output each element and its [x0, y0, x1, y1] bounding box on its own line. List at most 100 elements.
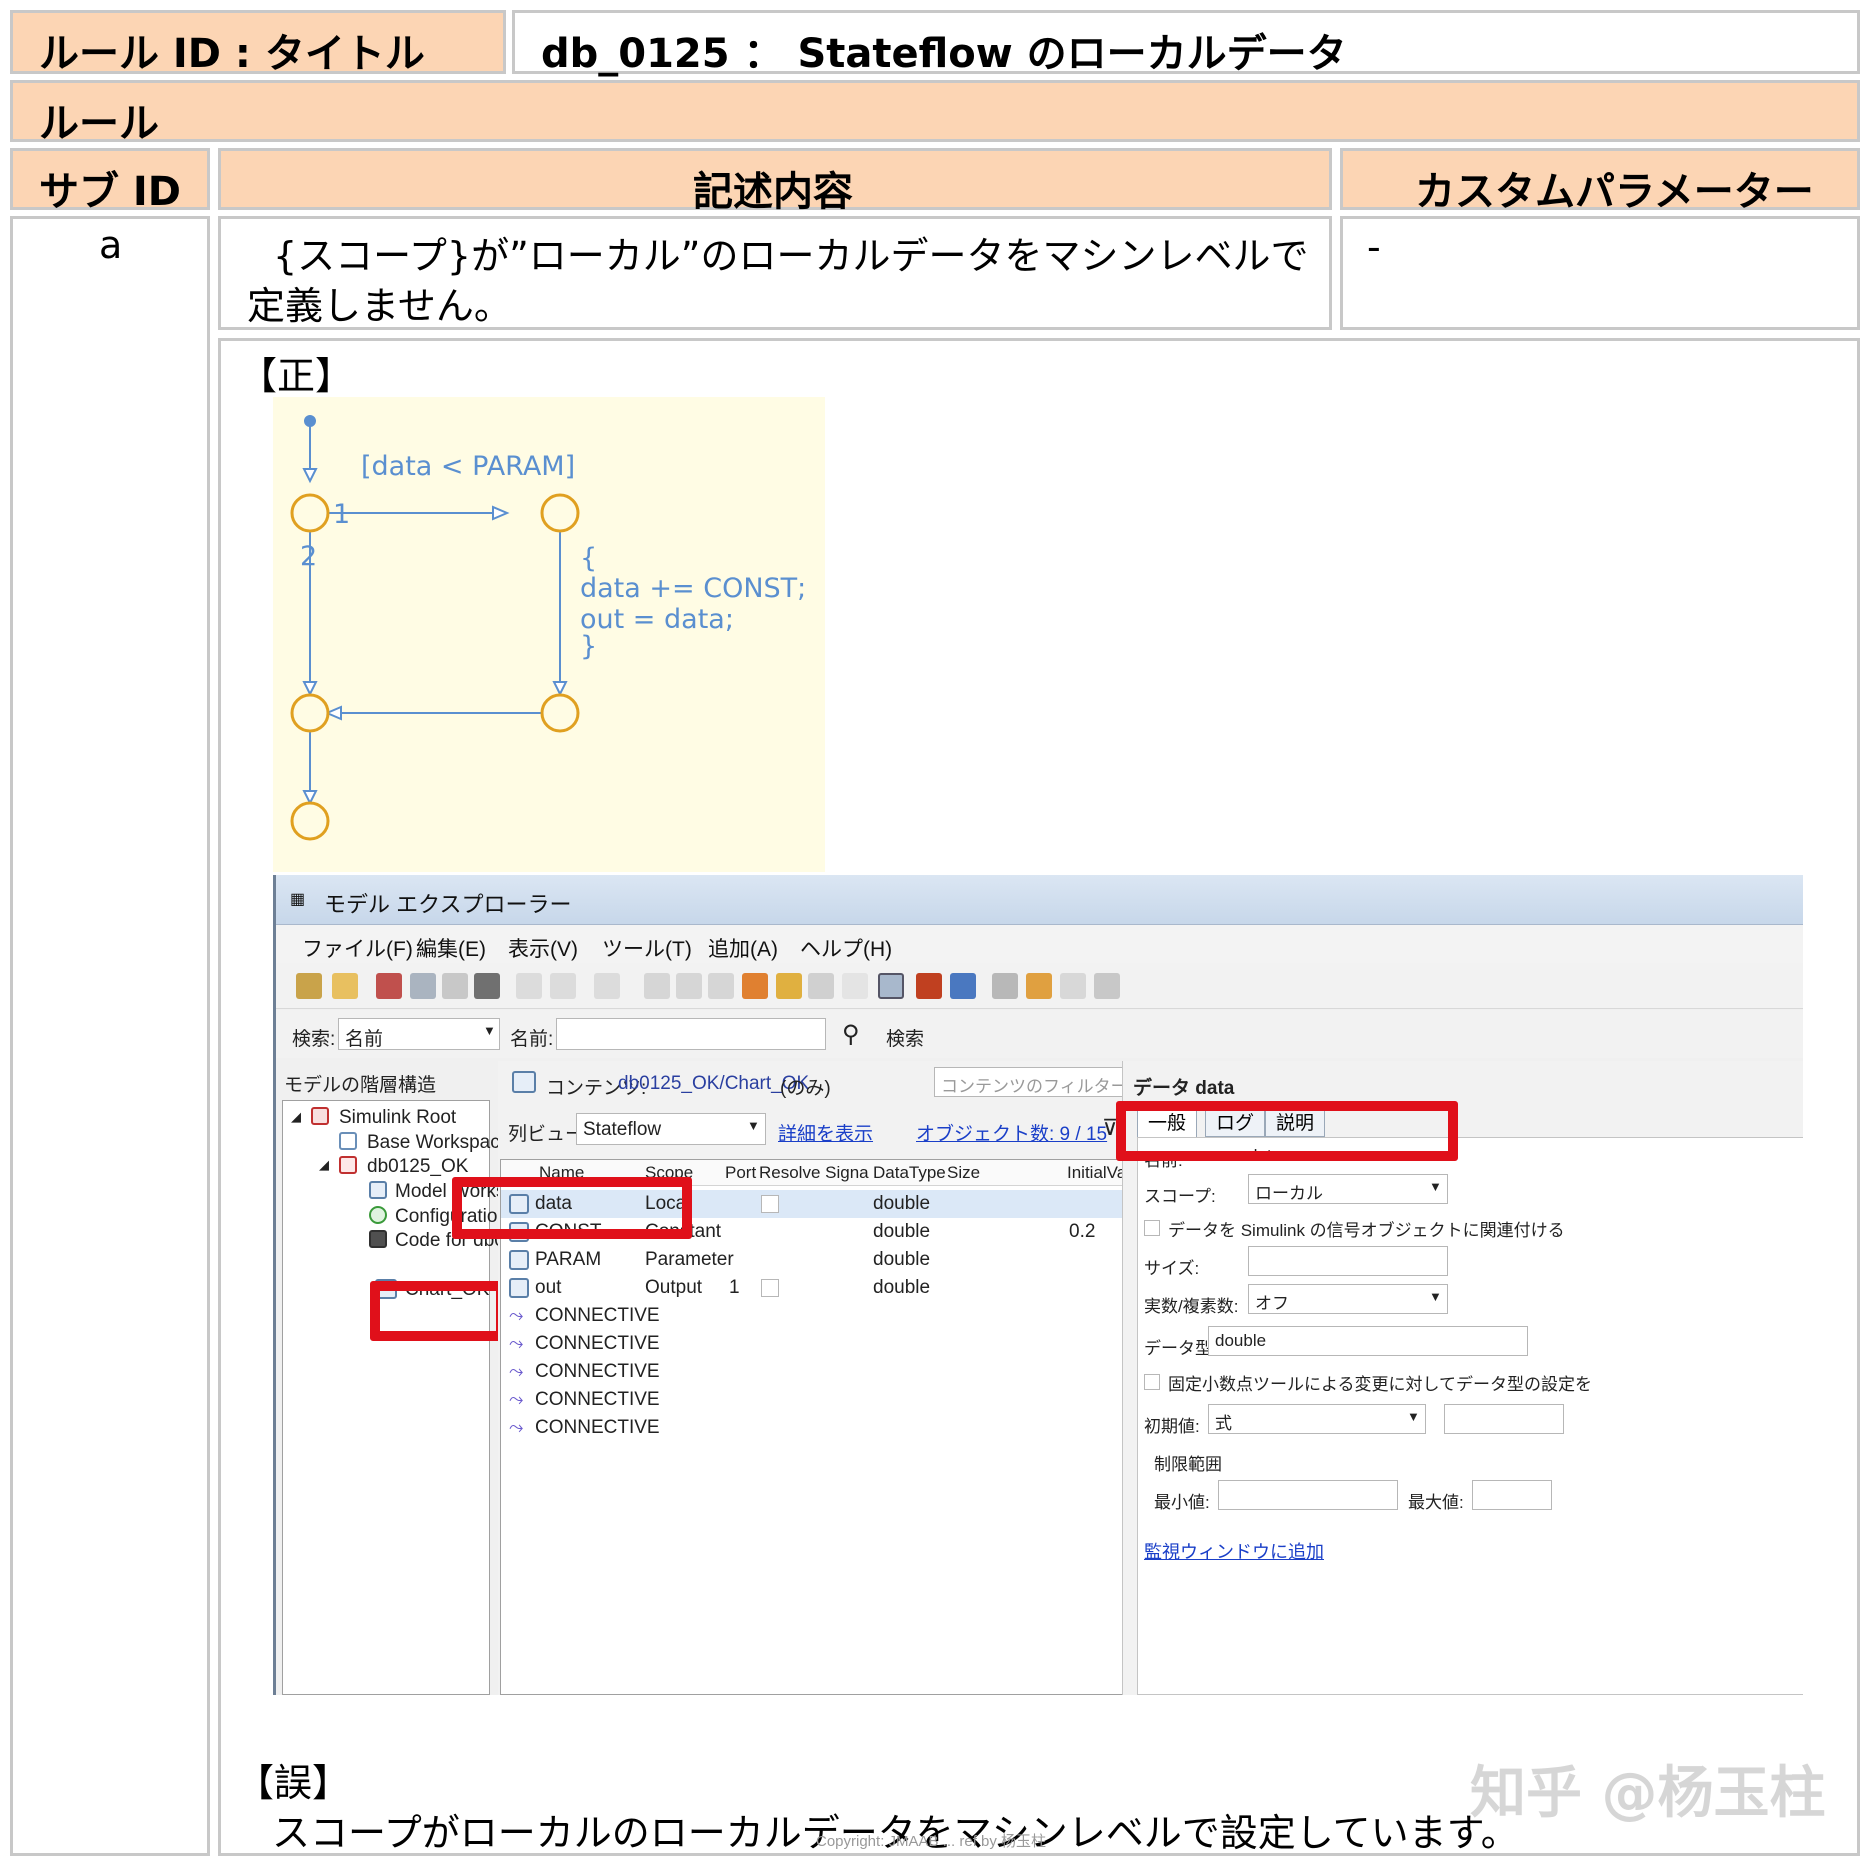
row-scope: Parameter [645, 1249, 734, 1270]
menu-file[interactable]: ファイル(F) [302, 933, 413, 963]
prop-bind-label: データを Simulink の信号オブジェクトに関連付ける [1168, 1221, 1565, 1240]
event-icon[interactable] [808, 973, 834, 999]
chart-highlight [370, 1281, 506, 1341]
menu-help[interactable]: ヘルプ(H) [800, 933, 892, 963]
column-view-select[interactable]: Stateflow ▼ [576, 1113, 766, 1145]
row-resolve-checkbox[interactable] [761, 1195, 779, 1213]
import-icon[interactable] [1060, 973, 1086, 999]
prop-max-label: 最大値: [1408, 1493, 1464, 1512]
compare-icon[interactable] [1094, 973, 1120, 999]
row-name: PARAM [535, 1249, 602, 1270]
zoom-icon[interactable] [644, 973, 670, 999]
object-count-link[interactable]: オブジェクト数: 9 / 15 [916, 1119, 1107, 1146]
copy-icon[interactable] [410, 973, 436, 999]
prop-complex-select[interactable]: オフ ▼ [1248, 1284, 1448, 1314]
rule-title: db_0125 ： Stateflow のローカルデータ [541, 31, 1347, 77]
menu-view[interactable]: 表示(V) [508, 933, 578, 963]
search-bar: 検索: 名前 ▼ 名前: ⚲ 検索 [276, 1010, 1803, 1058]
fit-icon[interactable] [676, 973, 702, 999]
chevron-down-icon: ▼ [1407, 1409, 1420, 1424]
connective-label: CONNECTIVE [535, 1417, 660, 1438]
layout-icon[interactable] [550, 973, 576, 999]
row-type: double [873, 1249, 931, 1270]
bind-signal-checkbox[interactable] [1144, 1220, 1160, 1236]
column-view-icon[interactable] [878, 973, 904, 999]
tree-expand-icon[interactable]: ◢ [291, 1109, 301, 1125]
prop-min-input[interactable] [1218, 1480, 1398, 1510]
properties-icon[interactable] [992, 973, 1018, 999]
connective-label: CONNECTIVE [535, 1389, 660, 1410]
new-model-icon[interactable] [296, 973, 322, 999]
list-item[interactable]: ⤳ CONNECTIVE [501, 1414, 1139, 1442]
tree-simulink-root[interactable]: Simulink Root [339, 1107, 456, 1129]
row-type: double [873, 1277, 931, 1298]
sub-id-header-label: サブ ID [39, 169, 182, 215]
paste-icon[interactable] [442, 973, 468, 999]
search-input[interactable] [556, 1018, 826, 1050]
arrowhead-icon [302, 681, 318, 697]
list-item[interactable]: ⤳ CONNECTIVE [501, 1386, 1139, 1414]
description-line-1: {スコープ}が”ローカル”のローカルデータをマシンレベルで [273, 234, 1309, 278]
prop-fixed-label: 固定小数点ツールによる変更に対してデータ型の設定を [1168, 1375, 1592, 1394]
chevron-down-icon: ▼ [1429, 1289, 1442, 1304]
wrong-label: 【誤】 [236, 1761, 351, 1805]
arrowhead-icon [302, 468, 318, 484]
row-resolve-checkbox[interactable] [761, 1279, 779, 1297]
junction-1 [290, 493, 330, 533]
contents-filter-input[interactable]: コンテンツのフィルター [934, 1067, 1134, 1097]
table-row[interactable]: out Output 1 double [501, 1274, 1139, 1302]
menu-edit[interactable]: 編集(E) [416, 933, 486, 963]
transition-order-2: 2 [300, 541, 317, 572]
open-folder-icon[interactable] [332, 973, 358, 999]
junction-2 [540, 493, 580, 533]
matlab-icon[interactable] [916, 973, 942, 999]
export-icon[interactable] [1026, 973, 1052, 999]
matrix-icon[interactable] [708, 973, 734, 999]
rule-title-cell: db_0125 ： Stateflow のローカルデータ [512, 10, 1860, 77]
contents-suffix: (のみ) [780, 1078, 831, 1099]
search-button[interactable]: 検索 [886, 1024, 924, 1051]
data-icon[interactable] [776, 973, 802, 999]
model-workspace-icon [369, 1181, 387, 1199]
table-icon[interactable] [594, 973, 620, 999]
list-item[interactable]: ⤳ CONNECTIVE [501, 1330, 1139, 1358]
stateflow-chart: [data < PARAM] 1 2 { data += CONST; out … [273, 397, 825, 872]
fixed-point-checkbox[interactable] [1144, 1374, 1160, 1390]
prop-max-input[interactable] [1472, 1480, 1552, 1510]
show-details-link[interactable]: 詳細を表示 [778, 1119, 873, 1146]
grid-icon[interactable] [516, 973, 542, 999]
transition-order-1: 1 [333, 499, 350, 530]
data-row-highlight [452, 1177, 692, 1239]
signal-icon[interactable] [742, 973, 768, 999]
col-size[interactable]: Size [947, 1163, 980, 1183]
blocks-icon[interactable] [950, 973, 976, 999]
action-open-brace: { [580, 543, 597, 574]
tree-model[interactable]: db0125_OK [367, 1156, 468, 1178]
col-datatype[interactable]: DataType [873, 1163, 946, 1183]
search-by-select[interactable]: 名前 ▼ [338, 1018, 500, 1050]
function-icon[interactable] [842, 973, 868, 999]
connective-label: CONNECTIVE [535, 1333, 660, 1354]
menu-add[interactable]: 追加(A) [708, 933, 778, 963]
rule-label-cell: ルール [10, 80, 1860, 147]
tree-expand-icon[interactable]: ◢ [319, 1157, 329, 1173]
description-header: 記述内容 [218, 148, 1332, 215]
table-row[interactable]: PARAM Parameter double [501, 1246, 1139, 1274]
prop-type-input[interactable]: double [1208, 1326, 1528, 1356]
search-icon[interactable]: ⚲ [842, 1020, 860, 1049]
col-resolve[interactable]: Resolve Signa [759, 1163, 869, 1183]
add-watch-link[interactable]: 監視ウィンドウに追加 [1144, 1538, 1324, 1564]
delete-icon[interactable] [474, 973, 500, 999]
row-type: double [873, 1221, 931, 1242]
search-label: 検索: [292, 1029, 336, 1050]
prop-init-select[interactable]: 式 ▼ [1208, 1404, 1426, 1434]
col-port[interactable]: Port [725, 1163, 756, 1183]
prop-scope-select[interactable]: ローカル ▼ [1248, 1174, 1448, 1204]
menu-tools[interactable]: ツール(T) [602, 933, 692, 963]
tree-base-workspace[interactable]: Base Workspace [367, 1132, 510, 1154]
cut-icon[interactable] [376, 973, 402, 999]
prop-init-input[interactable] [1444, 1404, 1564, 1434]
list-item[interactable]: ⤳ CONNECTIVE [501, 1358, 1139, 1386]
list-item[interactable]: ⤳ CONNECTIVE [501, 1302, 1139, 1330]
prop-size-input[interactable] [1248, 1246, 1448, 1276]
